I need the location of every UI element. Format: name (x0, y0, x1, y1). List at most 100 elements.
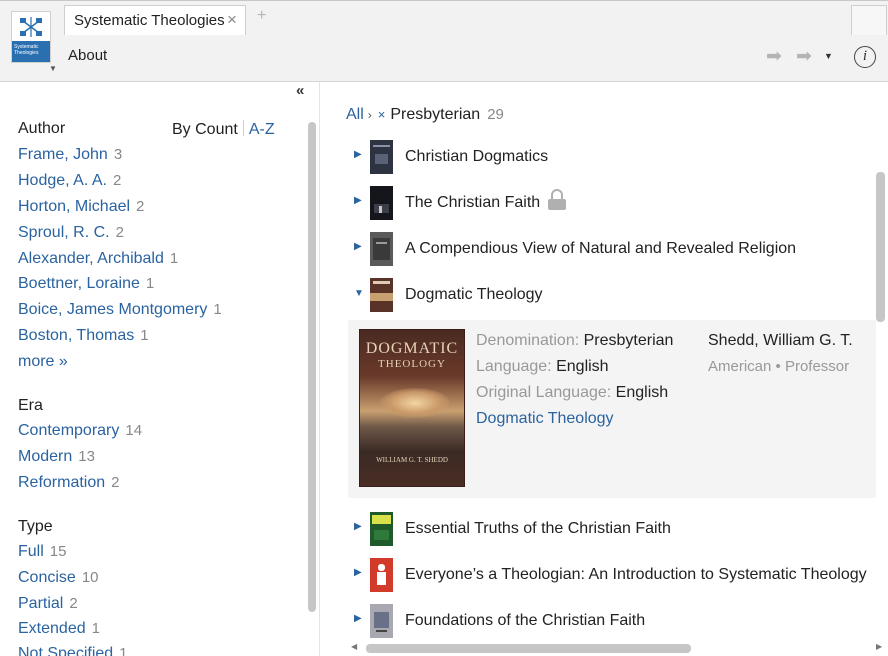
more-authors-link[interactable]: more » (18, 353, 68, 371)
facet-count: 1 (91, 620, 100, 637)
breadcrumb-current: Presbyterian (390, 106, 481, 123)
expand-triangle-icon[interactable]: ▶ (354, 241, 362, 252)
facet-label: Extended (18, 620, 86, 637)
arrow-left-icon[interactable]: ➡ (766, 45, 782, 68)
results-vertical-scrollbar[interactable] (876, 172, 885, 322)
expand-triangle-icon[interactable]: ▶ (354, 149, 362, 160)
author-name[interactable]: Shedd, William G. T. (708, 332, 866, 350)
facet-count: 1 (140, 327, 149, 344)
meta-original-language: Original Language: English (476, 384, 668, 402)
open-book-link[interactable]: Dogmatic Theology (476, 410, 614, 428)
expand-triangle-icon[interactable]: ▶ (354, 195, 362, 206)
facet-label: Partial (18, 595, 64, 612)
facet-label: Full (18, 543, 44, 560)
book-cover-icon (370, 278, 393, 312)
facet-item[interactable]: Alexander, Archibald 1 (18, 250, 178, 268)
facet-item[interactable]: Boettner, Loraine 1 (18, 275, 154, 293)
book-row[interactable]: ▶ A Compendious View of Natural and Reve… (321, 232, 876, 268)
meta-value: English (556, 358, 609, 375)
facet-label: Boice, James Montgomery (18, 301, 208, 318)
tab-systematic-theologies[interactable]: Systematic Theologies × (64, 5, 246, 35)
app-menu-caret-icon[interactable]: ▼ (49, 64, 57, 73)
facet-count: 1 (145, 275, 155, 292)
systematic-theologies-app-icon[interactable]: Systematic Theologies (11, 11, 51, 63)
facet-item[interactable]: Frame, John 3 (18, 146, 122, 164)
close-icon[interactable]: × (227, 10, 237, 30)
book-cover-icon (370, 512, 393, 546)
expand-triangle-icon[interactable]: ▶ (354, 613, 362, 624)
meta-language: Language: English (476, 358, 609, 376)
results-horizontal-scrollbar[interactable] (366, 644, 691, 653)
book-title: Everyone’s a Theologian: An Introduction… (405, 566, 867, 583)
arrow-right-icon[interactable]: ➡ (796, 45, 812, 68)
sort-divider (242, 120, 244, 136)
facet-label: Hodge, A. A. (18, 172, 107, 189)
author-description: American • Professor (708, 358, 850, 375)
facet-count: 3 (113, 146, 123, 163)
meta-denomination: Denomination: Presbyterian (476, 332, 673, 350)
breadcrumb-all-link[interactable]: All (346, 106, 364, 123)
facet-item[interactable]: Concise 10 (18, 569, 99, 587)
collapse-triangle-icon[interactable]: ▼ (354, 288, 364, 299)
facet-item[interactable]: Hodge, A. A. 2 (18, 172, 121, 190)
meta-key: Denomination: (476, 332, 580, 349)
book-title: The Christian Faith (405, 189, 567, 212)
book-cover-icon (370, 140, 393, 174)
book-cover-icon (370, 558, 393, 592)
sort-a-z-button[interactable]: A-Z (249, 121, 275, 138)
facet-item[interactable]: Boston, Thomas 1 (18, 327, 149, 345)
facet-item[interactable]: Sproul, R. C. 2 (18, 224, 124, 242)
remove-filter-icon[interactable]: × (378, 107, 386, 122)
scroll-right-icon[interactable]: ▶ (876, 642, 882, 651)
cover-author: WILLIAM G. T. SHEDD (376, 456, 448, 464)
facet-count: 14 (125, 422, 143, 439)
app-icon-label: Systematic Theologies (12, 41, 50, 62)
cover-art (380, 388, 450, 418)
facet-item[interactable]: Modern 13 (18, 448, 95, 466)
expand-triangle-icon[interactable]: ▶ (354, 521, 362, 532)
book-title: Dogmatic Theology (405, 286, 543, 303)
expand-triangle-icon[interactable]: ▶ (354, 567, 362, 578)
book-title: A Compendious View of Natural and Reveal… (405, 240, 797, 257)
result-count: 29 (487, 106, 504, 123)
more-link-label: more » (18, 353, 68, 370)
facet-label: Alexander, Archibald (18, 250, 164, 267)
about-menu[interactable]: About (68, 47, 107, 64)
cover-title: DOGMATIC (365, 340, 459, 357)
tab-overflow (851, 5, 887, 35)
facet-item[interactable]: Contemporary 14 (18, 422, 142, 440)
book-row-expanded[interactable]: ▼ Dogmatic Theology (321, 278, 876, 314)
facet-label: Sproul, R. C. (18, 224, 110, 241)
scroll-left-icon[interactable]: ◀ (351, 642, 357, 651)
book-row[interactable]: ▶ Everyone’s a Theologian: An Introducti… (321, 558, 876, 594)
caret-down-icon[interactable]: ▼ (824, 51, 833, 61)
collapse-sidebar-icon[interactable]: « (296, 82, 304, 99)
facet-item[interactable]: Partial 2 (18, 595, 78, 613)
add-tab-icon[interactable]: + (257, 7, 266, 25)
sort-by-count-button[interactable]: By Count (172, 121, 238, 138)
sidebar-scrollbar[interactable] (308, 122, 316, 612)
book-cover-large[interactable]: DOGMATIC THEOLOGY WILLIAM G. T. SHEDD (359, 329, 465, 487)
breadcrumb-separator-icon: › (367, 108, 372, 122)
book-title: Christian Dogmatics (405, 148, 549, 165)
meta-value: English (615, 384, 669, 401)
breadcrumb: All › × Presbyterian 29 (346, 106, 504, 124)
facet-item[interactable]: Boice, James Montgomery 1 (18, 301, 222, 319)
cover-subtitle: THEOLOGY (378, 358, 446, 370)
meta-value: Presbyterian (583, 332, 674, 349)
facet-item[interactable]: Full 15 (18, 543, 66, 561)
book-row[interactable]: ▶ Christian Dogmatics (321, 140, 876, 176)
facet-count: 13 (78, 448, 95, 465)
facet-label: Frame, John (18, 146, 108, 163)
book-row[interactable]: ▶ Foundations of the Christian Faith (321, 604, 876, 640)
info-icon[interactable]: i (854, 46, 876, 68)
facet-item[interactable]: Not Specified 1 (18, 645, 128, 656)
facet-item[interactable]: Reformation 2 (18, 474, 120, 492)
book-row[interactable]: ▶ Essential Truths of the Christian Fait… (321, 512, 876, 548)
facet-label: Boston, Thomas (18, 327, 135, 344)
facet-item[interactable]: Extended 1 (18, 620, 100, 638)
book-row[interactable]: ▶ The Christian Faith (321, 186, 876, 222)
facet-item[interactable]: Horton, Michael 2 (18, 198, 144, 216)
book-cover-icon (370, 604, 393, 638)
book-title: Foundations of the Christian Faith (405, 612, 646, 629)
